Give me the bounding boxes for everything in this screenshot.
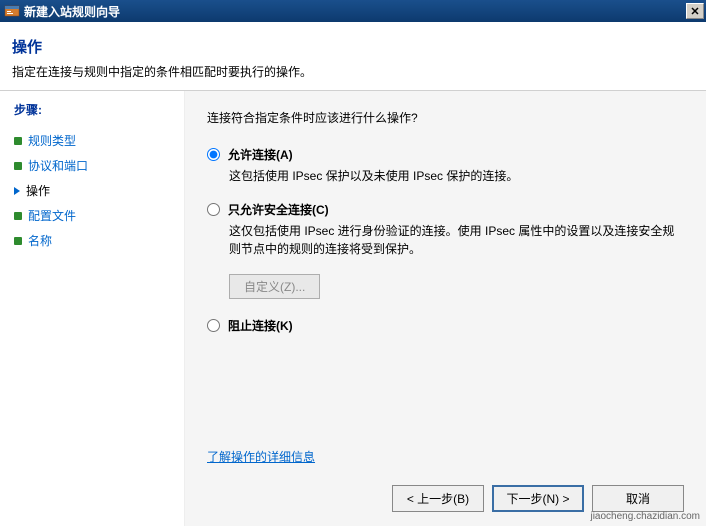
step-protocol-port[interactable]: 协议和端口: [14, 153, 178, 178]
radio-allow-secure[interactable]: 只允许安全连接(C): [207, 201, 684, 218]
titlebar-left: 新建入站规则向导: [4, 3, 120, 20]
watermark: jiaocheng.chazidian.com: [590, 511, 700, 522]
customize-button: 自定义(Z)...: [229, 274, 320, 299]
radio-allow-desc: 这包括使用 IPsec 保护以及未使用 IPsec 保护的连接。: [229, 167, 684, 185]
radio-group: 允许连接(A) 这包括使用 IPsec 保护以及未使用 IPsec 保护的连接。…: [207, 146, 684, 334]
learn-more-link[interactable]: 了解操作的详细信息: [207, 448, 315, 465]
step-action[interactable]: 操作: [14, 178, 178, 203]
radio-block[interactable]: 阻止连接(K): [207, 317, 684, 334]
page-desc: 指定在连接与规则中指定的条件相匹配时要执行的操作。: [12, 63, 694, 80]
step-label: 名称: [28, 232, 52, 249]
radio-allow-input[interactable]: [207, 148, 220, 161]
step-profile[interactable]: 配置文件: [14, 203, 178, 228]
content-prompt: 连接符合指定条件时应该进行什么操作?: [207, 109, 684, 126]
back-button[interactable]: < 上一步(B): [392, 485, 484, 512]
radio-allow-label: 允许连接(A): [228, 146, 293, 163]
close-button[interactable]: ✕: [686, 3, 704, 19]
steps-label: 步骤:: [14, 101, 178, 118]
body-area: 步骤: 规则类型 协议和端口 操作 配置文件 名称 连接符合指定条件时应该进行什…: [0, 91, 706, 526]
window-title: 新建入站规则向导: [24, 3, 120, 20]
page-title: 操作: [12, 36, 694, 57]
titlebar: 新建入站规则向导 ✕: [0, 0, 706, 22]
radio-allow-secure-label: 只允许安全连接(C): [228, 201, 329, 218]
app-icon: [4, 3, 20, 19]
radio-block-label: 阻止连接(K): [228, 317, 293, 334]
step-label: 规则类型: [28, 132, 76, 149]
step-rule-type[interactable]: 规则类型: [14, 128, 178, 153]
radio-allow[interactable]: 允许连接(A): [207, 146, 684, 163]
bullet-icon: [14, 137, 22, 145]
step-label: 协议和端口: [28, 157, 88, 174]
sidebar: 步骤: 规则类型 协议和端口 操作 配置文件 名称: [0, 91, 185, 526]
cancel-button[interactable]: 取消: [592, 485, 684, 512]
step-label: 配置文件: [28, 207, 76, 224]
bullet-icon: [14, 237, 22, 245]
content-panel: 连接符合指定条件时应该进行什么操作? 允许连接(A) 这包括使用 IPsec 保…: [185, 91, 706, 526]
radio-allow-secure-desc: 这仅包括使用 IPsec 进行身份验证的连接。使用 IPsec 属性中的设置以及…: [229, 222, 684, 258]
step-label: 操作: [26, 182, 50, 199]
step-name[interactable]: 名称: [14, 228, 178, 253]
close-icon: ✕: [690, 5, 699, 18]
bullet-icon: [14, 162, 22, 170]
header-area: 操作 指定在连接与规则中指定的条件相匹配时要执行的操作。: [0, 22, 706, 91]
bullet-icon: [14, 212, 22, 220]
content-fill: 连接符合指定条件时应该进行什么操作? 允许连接(A) 这包括使用 IPsec 保…: [207, 109, 684, 465]
radio-block-input[interactable]: [207, 319, 220, 332]
next-button[interactable]: 下一步(N) >: [492, 485, 584, 512]
arrow-icon: [14, 187, 20, 195]
radio-allow-secure-input[interactable]: [207, 203, 220, 216]
